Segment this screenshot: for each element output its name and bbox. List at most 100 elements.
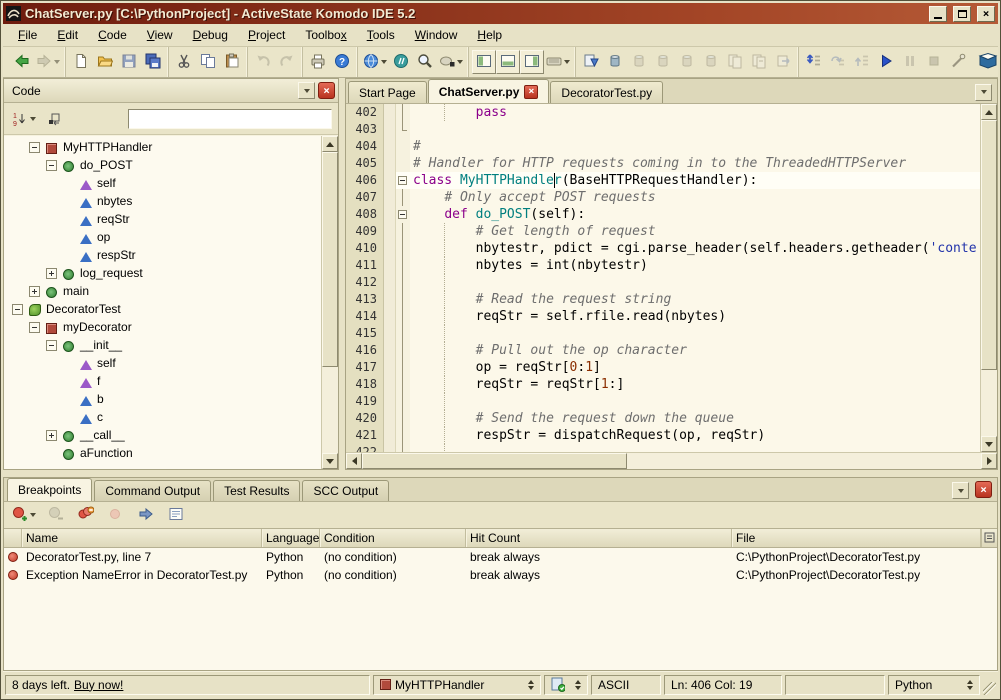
code-line-408[interactable]: 408 def do_POST(self): bbox=[346, 206, 980, 223]
breakpoint-margin[interactable] bbox=[384, 257, 396, 274]
column-header-name[interactable]: Name bbox=[22, 529, 262, 547]
paste-button[interactable] bbox=[220, 50, 244, 74]
language-selector[interactable]: Python bbox=[888, 675, 980, 695]
code-line-418[interactable]: 418 reqStr = reqStr[1:] bbox=[346, 376, 980, 393]
column-header-file[interactable]: File bbox=[732, 529, 981, 547]
code-line-421[interactable]: 421 respStr = dispatchRequest(op, reqStr… bbox=[346, 427, 980, 444]
collapse-icon[interactable] bbox=[46, 160, 57, 171]
breakpoint-margin[interactable] bbox=[384, 444, 396, 452]
breakpoint-margin[interactable] bbox=[384, 427, 396, 444]
scc-add-button[interactable] bbox=[627, 50, 651, 74]
go-to-source-button[interactable] bbox=[134, 503, 158, 527]
menu-view[interactable]: View bbox=[138, 25, 182, 45]
menu-window[interactable]: Window bbox=[406, 25, 467, 45]
pause-button[interactable] bbox=[898, 50, 922, 74]
panel-menu-button[interactable] bbox=[952, 482, 969, 499]
new-file-button[interactable] bbox=[69, 50, 93, 74]
bottom-tab-scc-output[interactable]: SCC Output bbox=[302, 480, 389, 501]
breakpoint-margin[interactable] bbox=[384, 223, 396, 240]
scrollbar-thumb[interactable] bbox=[981, 120, 997, 370]
browser-button[interactable] bbox=[361, 50, 389, 74]
scroll-right-icon[interactable] bbox=[981, 453, 997, 469]
column-header-hit-count[interactable]: Hit Count bbox=[466, 529, 732, 547]
breakpoint-margin[interactable] bbox=[384, 240, 396, 257]
wand-button[interactable] bbox=[946, 50, 970, 74]
breakpoint-margin[interactable] bbox=[384, 206, 396, 223]
breakpoint-margin[interactable] bbox=[384, 342, 396, 359]
copy-button[interactable] bbox=[196, 50, 220, 74]
tree-item-c[interactable]: c bbox=[4, 408, 321, 426]
horizontal-splitter[interactable] bbox=[3, 470, 998, 477]
add-breakpoint-button[interactable] bbox=[10, 503, 38, 527]
code-line-417[interactable]: 417 op = reqStr[0:1] bbox=[346, 359, 980, 376]
expand-icon[interactable] bbox=[46, 430, 57, 441]
tree-item-respstr[interactable]: respStr bbox=[4, 246, 321, 264]
breakpoint-margin[interactable] bbox=[384, 104, 396, 121]
breakpoint-margin[interactable] bbox=[384, 189, 396, 206]
scc-update-button[interactable] bbox=[579, 50, 603, 74]
expand-icon[interactable] bbox=[46, 268, 57, 279]
stop-button[interactable] bbox=[922, 50, 946, 74]
code-line-420[interactable]: 420 # Send the request down the queue bbox=[346, 410, 980, 427]
tree-item-self[interactable]: self bbox=[4, 174, 321, 192]
breakpoint-margin[interactable] bbox=[384, 410, 396, 427]
tree-item-mydecorator[interactable]: myDecorator bbox=[4, 318, 321, 336]
pane-bottom-button[interactable] bbox=[496, 50, 520, 74]
code-line-412[interactable]: 412 bbox=[346, 274, 980, 291]
go-button[interactable] bbox=[874, 50, 898, 74]
preview-button[interactable] bbox=[389, 50, 413, 74]
expand-icon[interactable] bbox=[29, 286, 40, 297]
scrollbar-thumb[interactable] bbox=[362, 453, 627, 469]
delete-breakpoint-button[interactable] bbox=[44, 503, 68, 527]
menu-file[interactable]: File bbox=[9, 25, 46, 45]
maximize-button[interactable] bbox=[953, 6, 971, 22]
tree-scrollbar[interactable] bbox=[321, 136, 338, 469]
symbol-search-input[interactable] bbox=[128, 109, 332, 129]
scc-delete-button[interactable] bbox=[675, 50, 699, 74]
scc-diff-button[interactable] bbox=[723, 50, 747, 74]
code-line-407[interactable]: 407 # Only accept POST requests bbox=[346, 189, 980, 206]
breakpoint-margin[interactable] bbox=[384, 359, 396, 376]
code-line-415[interactable]: 415 bbox=[346, 325, 980, 342]
breakpoint-row[interactable]: Exception NameError in DecoratorTest.pyP… bbox=[4, 566, 997, 584]
scroll-down-icon[interactable] bbox=[981, 436, 997, 452]
save-button[interactable] bbox=[117, 50, 141, 74]
buy-now-link[interactable]: Buy now! bbox=[74, 678, 123, 692]
breakpoint-margin[interactable] bbox=[384, 172, 396, 189]
editor-tab-start-page[interactable]: Start Page bbox=[348, 81, 427, 103]
tab-close-icon[interactable]: × bbox=[524, 85, 538, 99]
code-line-409[interactable]: 409 # Get length of request bbox=[346, 223, 980, 240]
code-line-404[interactable]: 404# bbox=[346, 138, 980, 155]
tree-item-logrequest[interactable]: log_request bbox=[4, 264, 321, 282]
breakpoint-margin[interactable] bbox=[384, 291, 396, 308]
scroll-up-icon[interactable] bbox=[322, 136, 338, 152]
macro-record-button[interactable] bbox=[437, 50, 465, 74]
close-button[interactable]: × bbox=[977, 6, 995, 22]
tree-item-myhttphandler[interactable]: MyHTTPHandler bbox=[4, 138, 321, 156]
tree-item-decoratortest[interactable]: DecoratorTest bbox=[4, 300, 321, 318]
komodo-logo-button[interactable] bbox=[976, 50, 1000, 74]
print-button[interactable] bbox=[306, 50, 330, 74]
pane-left-button[interactable] bbox=[472, 50, 496, 74]
code-line-419[interactable]: 419 bbox=[346, 393, 980, 410]
breakpoint-row[interactable]: DecoratorTest.py, line 7Python(no condit… bbox=[4, 548, 997, 566]
breakpoint-margin[interactable] bbox=[384, 393, 396, 410]
tree-item-call[interactable]: __call__ bbox=[4, 426, 321, 444]
breakpoint-margin[interactable] bbox=[384, 376, 396, 393]
tree-item-main[interactable]: main bbox=[4, 282, 321, 300]
undo-button[interactable] bbox=[251, 50, 275, 74]
code-line-405[interactable]: 405# Handler for HTTP requests coming in… bbox=[346, 155, 980, 172]
scroll-left-icon[interactable] bbox=[346, 453, 362, 469]
tree-item-b[interactable]: b bbox=[4, 390, 321, 408]
tree-item-reqstr[interactable]: reqStr bbox=[4, 210, 321, 228]
help-button[interactable]: ? bbox=[330, 50, 354, 74]
fold-collapse-icon[interactable] bbox=[396, 172, 410, 189]
breakpoint-margin[interactable] bbox=[384, 308, 396, 325]
column-picker-button[interactable] bbox=[981, 529, 997, 547]
code-line-413[interactable]: 413 # Read the request string bbox=[346, 291, 980, 308]
scc-revert-button[interactable] bbox=[699, 50, 723, 74]
pane-right-button[interactable] bbox=[520, 50, 544, 74]
code-line-406[interactable]: 406class MyHTTPHandler(BaseHTTPRequestHa… bbox=[346, 172, 980, 189]
collapse-icon[interactable] bbox=[46, 340, 57, 351]
editor-scrollbar[interactable] bbox=[980, 104, 997, 452]
